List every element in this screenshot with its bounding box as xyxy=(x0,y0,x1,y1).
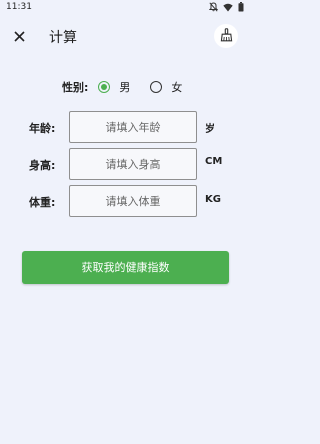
gender-label: 性别: xyxy=(62,81,89,94)
gender-female-label: 女 xyxy=(171,81,183,94)
close-icon xyxy=(13,27,25,46)
weight-input[interactable] xyxy=(69,185,197,217)
height-unit: CM xyxy=(205,156,223,167)
height-label: 身高: xyxy=(29,159,56,172)
app-bar: 计算 xyxy=(0,17,250,55)
radio-unchecked-icon xyxy=(150,81,163,93)
age-unit: 岁 xyxy=(205,124,215,135)
weight-label: 体重: xyxy=(29,196,56,209)
height-row: 身高: CM xyxy=(0,148,250,180)
page-title: 计算 xyxy=(49,30,77,46)
gender-male-radio[interactable]: 男 xyxy=(98,79,130,95)
status-icons xyxy=(209,2,244,12)
broom-icon xyxy=(220,27,233,46)
age-label: 年龄: xyxy=(29,122,56,135)
age-row: 年龄: 岁 xyxy=(0,111,250,143)
wifi-icon xyxy=(223,3,233,12)
age-input[interactable] xyxy=(69,111,197,143)
weight-unit: KG xyxy=(205,194,221,205)
radio-checked-icon xyxy=(98,81,111,93)
notifications-off-icon xyxy=(209,2,218,12)
get-health-index-button[interactable]: 获取我的健康指数 xyxy=(22,251,229,284)
status-bar: 11:31 xyxy=(0,0,250,16)
gender-female-radio[interactable]: 女 xyxy=(150,79,182,95)
height-input[interactable] xyxy=(69,148,197,180)
status-time: 11:31 xyxy=(6,2,32,12)
clear-button[interactable] xyxy=(214,24,238,48)
weight-row: 体重: KG xyxy=(0,185,250,217)
battery-icon xyxy=(238,2,244,12)
close-button[interactable] xyxy=(8,25,30,47)
gender-row: 性别: 男 女 xyxy=(62,78,182,96)
gender-male-label: 男 xyxy=(119,81,131,94)
screen: 11:31 计算 性别: 男 女 年龄: 请填入年龄 岁 身高: 请填入身高 C… xyxy=(0,0,250,444)
